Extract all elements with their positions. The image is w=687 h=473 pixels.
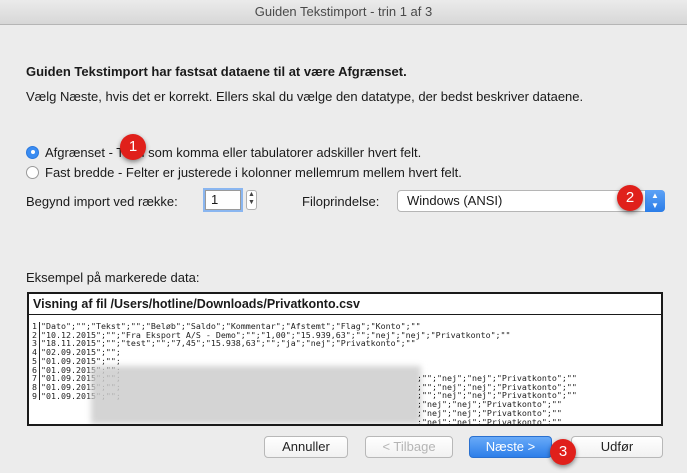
data-preview[interactable]: Visning af fil /Users/hotline/Downloads/…: [27, 292, 663, 426]
cancel-button[interactable]: Annuller: [264, 436, 348, 458]
fixed-width-label: Fast bredde - Felter er justerede i kolo…: [45, 164, 462, 180]
preview-tails: ;"";"nej";"nej";"Privatkonto";"" ;"";"nej…: [417, 374, 577, 426]
start-row-input[interactable]: 1: [205, 190, 241, 210]
step-marker-1: 1: [120, 134, 146, 160]
back-button[interactable]: < Tilbage: [365, 436, 453, 458]
wizard-heading: Guiden Tekstimport har fastsat dataene t…: [26, 64, 407, 79]
finish-button[interactable]: Udfør: [571, 436, 663, 458]
next-button[interactable]: Næste >: [469, 436, 552, 458]
file-origin-value: Windows (ANSI): [407, 193, 503, 208]
stepper-up-icon[interactable]: ▲: [247, 191, 256, 199]
fixed-width-radio[interactable]: [26, 165, 39, 179]
start-row-stepper[interactable]: ▲ ▼: [246, 190, 257, 210]
step-marker-2: 2: [617, 185, 643, 211]
wizard-description: Vælg Næste, hvis det er korrekt. Ellers …: [26, 89, 584, 104]
preview-line: 3 "18.11.2015";"";"test";"";"7,45";"15.93…: [32, 339, 658, 349]
chevron-updown-icon[interactable]: ▲ ▼: [645, 190, 665, 212]
fixed-width-option[interactable]: Fast bredde - Felter er justerede i kolo…: [26, 163, 462, 181]
preview-file-title: Visning af fil /Users/hotline/Downloads/…: [29, 294, 661, 315]
preview-label: Eksempel på markerede data:: [26, 270, 200, 285]
file-origin-label: Filoprindelse:: [302, 194, 380, 209]
stepper-down-icon[interactable]: ▼: [247, 199, 256, 207]
preview-line: 4 "02.09.2015";"";: [32, 348, 658, 357]
preview-line: 5 "01.09.2015";"";: [32, 356, 658, 366]
delimited-option[interactable]: Afgrænset - Tegn som komma eller tabulat…: [26, 143, 421, 161]
start-row-label: Begynd import ved række:: [26, 194, 178, 209]
preview-line-tail: ;"nej";"nej";"Privatkonto";"": [417, 416, 562, 426]
step-marker-3: 3: [550, 439, 576, 465]
redacted-area: [91, 366, 421, 424]
window-title: Guiden Tekstimport - trin 1 af 3: [0, 0, 687, 25]
delimited-label: Afgrænset - Tegn som komma eller tabulat…: [45, 144, 422, 160]
preview-line-number: 9: [32, 391, 40, 401]
delimited-radio[interactable]: [26, 145, 39, 159]
